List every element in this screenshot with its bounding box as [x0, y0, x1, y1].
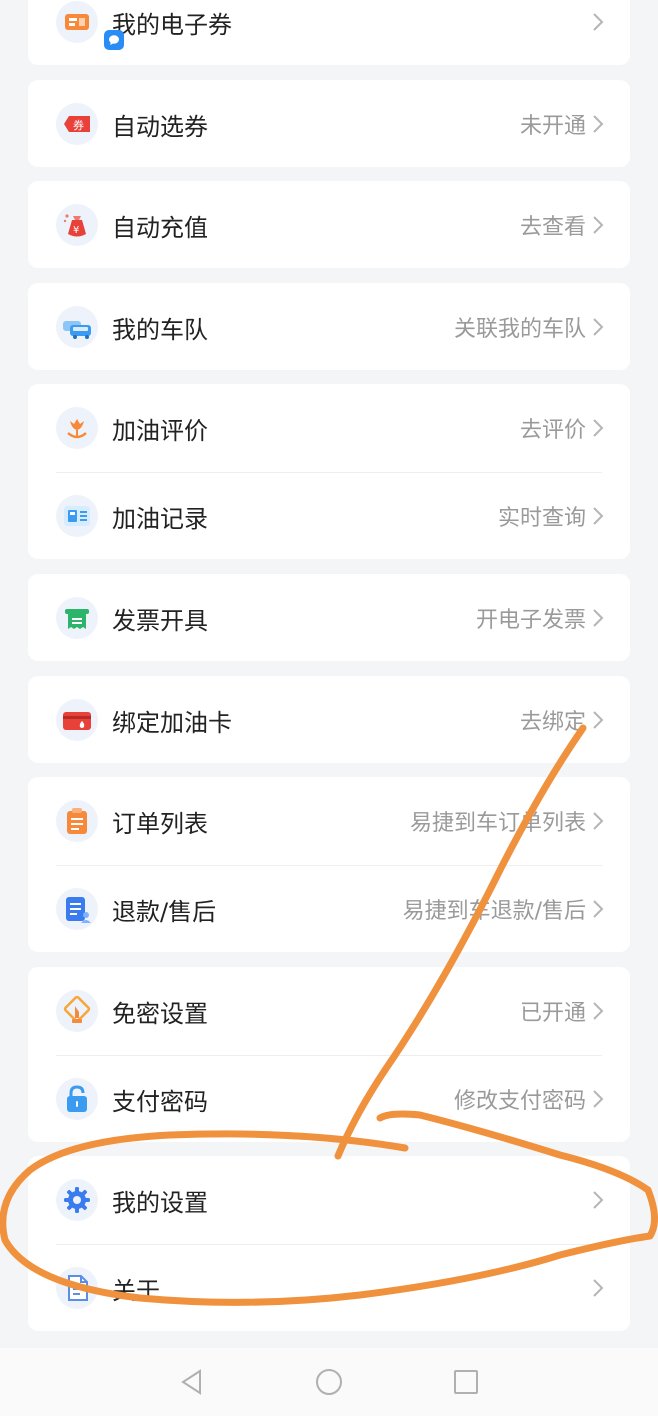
- tap-pay-icon: [63, 995, 91, 1023]
- card-bind-card: 绑定加油卡 去绑定: [28, 676, 630, 763]
- menu-label: 退款/售后: [112, 897, 217, 926]
- chat-bubble-icon: [104, 30, 124, 50]
- menu-value: 已开通: [519, 1001, 586, 1026]
- menu-item-records[interactable]: 加油记录 实时查询: [28, 472, 630, 559]
- chevron-right-icon: [592, 1190, 604, 1210]
- fuel-card-icon: [63, 712, 91, 730]
- svg-text:券: 券: [73, 118, 84, 132]
- ticket-icon-wrap: [56, 1, 98, 43]
- svg-text:¥: ¥: [73, 225, 79, 236]
- menu-item-auto-coupon[interactable]: 券 自动选券 未开通: [28, 80, 630, 167]
- document-icon: [68, 1275, 88, 1301]
- chevron-right-icon: [592, 418, 604, 438]
- lock-icon: [67, 1085, 87, 1112]
- menu-item-orders[interactable]: 订单列表 易捷到车订单列表: [28, 777, 630, 865]
- chevron-right-icon: [592, 608, 604, 628]
- back-icon: [181, 1369, 201, 1395]
- menu-item-no-password[interactable]: 免密设置 已开通: [28, 967, 630, 1055]
- coupon-icon: 券: [64, 116, 90, 132]
- money-bag-icon: ¥: [63, 214, 86, 237]
- menu-item-review[interactable]: 加油评价 去评价: [28, 384, 630, 472]
- home-icon: [316, 1369, 342, 1395]
- menu-value: 易捷到车退款/售后: [402, 899, 586, 924]
- menu-item-refund[interactable]: 退款/售后 易捷到车退款/售后: [28, 865, 630, 952]
- menu-item-pay-password[interactable]: 支付密码 修改支付密码: [28, 1055, 630, 1142]
- menu-label: 加油记录: [112, 504, 208, 533]
- menu-value: 修改支付密码: [453, 1089, 586, 1114]
- menu-value: 去查看: [519, 215, 586, 240]
- menu-label: 自动充值: [112, 213, 208, 242]
- chevron-right-icon: [592, 215, 604, 235]
- chevron-right-icon: [592, 506, 604, 526]
- card-fuel: 加油评价 去评价 加油记录 实时查询: [28, 384, 630, 559]
- chevron-right-icon: [592, 12, 604, 32]
- menu-value: 去评价: [519, 418, 586, 443]
- gear-icon: [64, 1187, 90, 1213]
- card-orders: 订单列表 易捷到车订单列表 退款/售后 易捷到车退款/售后: [28, 777, 630, 952]
- menu-label: 绑定加油卡: [112, 708, 232, 737]
- chevron-right-icon: [592, 114, 604, 134]
- card-payment: 免密设置 已开通 支付密码 修改支付密码: [28, 967, 630, 1142]
- menu-item-auto-topup[interactable]: ¥ 自动充值 去查看: [28, 181, 630, 268]
- card-auto-coupon: 券 自动选券 未开通: [28, 80, 630, 167]
- menu-label: 我的车队: [112, 315, 208, 344]
- chevron-right-icon: [592, 899, 604, 919]
- chevron-right-icon: [592, 710, 604, 730]
- chevron-right-icon: [592, 1278, 604, 1298]
- chevron-right-icon: [592, 1001, 604, 1021]
- menu-value: 去绑定: [519, 710, 586, 735]
- home-button[interactable]: [315, 1368, 343, 1396]
- menu-value: 关联我的车队: [453, 317, 586, 342]
- menu-label: 免密设置: [112, 999, 208, 1028]
- menu-label: 我的设置: [112, 1188, 208, 1217]
- flower-icon: [67, 419, 87, 439]
- menu-item-invoice[interactable]: 发票开具 开电子发票: [28, 574, 630, 661]
- card-fleet: 我的车队 关联我的车队: [28, 283, 630, 370]
- menu-value: 开电子发票: [475, 608, 586, 633]
- recents-button[interactable]: [452, 1368, 480, 1396]
- menu-label: 加油评价: [112, 416, 208, 445]
- refund-doc-icon: [66, 897, 91, 923]
- menu-label: 发票开具: [112, 606, 208, 635]
- menu-value: 未开通: [519, 114, 586, 139]
- car-icon: [63, 321, 91, 339]
- fuel-record-icon: [64, 506, 90, 526]
- ticket-icon: [65, 14, 89, 30]
- chevron-right-icon: [592, 317, 604, 337]
- card-settings: 我的设置 关于: [28, 1156, 630, 1331]
- menu-item-about[interactable]: 关于: [28, 1244, 630, 1331]
- menu-label: 关于: [112, 1276, 160, 1305]
- menu-item-bind-card[interactable]: 绑定加油卡 去绑定: [28, 676, 630, 763]
- card-auto-topup: ¥ 自动充值 去查看: [28, 181, 630, 268]
- menu-label: 支付密码: [112, 1087, 208, 1116]
- chevron-right-icon: [592, 811, 604, 831]
- menu-label: 订单列表: [112, 809, 208, 838]
- clipboard-icon: [67, 808, 87, 834]
- card-invoice: 发票开具 开电子发票: [28, 574, 630, 661]
- menu-item-fleet[interactable]: 我的车队 关联我的车队: [28, 283, 630, 370]
- menu-value: 实时查询: [497, 506, 586, 531]
- system-navigation-bar: [0, 1348, 658, 1416]
- chevron-right-icon: [592, 1089, 604, 1109]
- menu-label: 我的电子券: [112, 10, 232, 39]
- invoice-icon: [65, 609, 89, 629]
- menu-label: 自动选券: [112, 112, 208, 141]
- menu-value: 易捷到车订单列表: [409, 811, 586, 836]
- back-button[interactable]: [178, 1368, 206, 1396]
- menu-item-settings[interactable]: 我的设置: [28, 1156, 630, 1244]
- recents-icon: [454, 1370, 478, 1394]
